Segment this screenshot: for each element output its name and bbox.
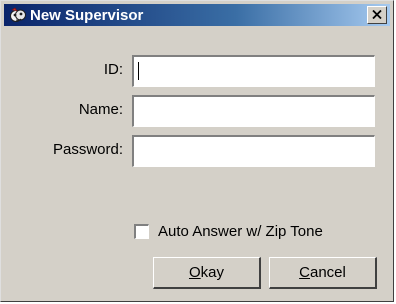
text-caret <box>138 62 139 80</box>
id-row: ID: <box>1 55 395 87</box>
close-icon <box>372 6 382 24</box>
supervisor-app-icon <box>8 6 28 24</box>
auto-answer-label: Auto Answer w/ Zip Tone <box>158 222 323 240</box>
auto-answer-checkbox[interactable] <box>134 223 149 239</box>
title-bar[interactable]: New Supervisor <box>4 4 390 26</box>
name-row: Name: <box>1 95 395 127</box>
password-row: Password: <box>1 135 395 167</box>
cancel-mnemonic: C <box>299 264 310 281</box>
password-label: Password: <box>52 141 123 158</box>
okay-button[interactable]: Okay <box>153 257 261 289</box>
window-title: New Supervisor <box>30 6 144 24</box>
okay-label-rest: kay <box>200 264 224 281</box>
auto-answer-option[interactable]: Auto Answer w/ Zip Tone <box>134 221 323 241</box>
new-supervisor-dialog: New Supervisor ID: Name: Password: Auto … <box>0 0 394 302</box>
okay-mnemonic: O <box>188 264 201 281</box>
name-field[interactable] <box>132 95 375 127</box>
id-field[interactable] <box>132 55 375 87</box>
id-label: ID: <box>103 61 123 78</box>
cancel-label-rest: ancel <box>309 264 346 281</box>
password-field[interactable] <box>132 135 375 167</box>
name-label: Name: <box>78 101 123 118</box>
cancel-button[interactable]: Cancel <box>269 257 377 289</box>
close-button[interactable] <box>367 6 387 24</box>
